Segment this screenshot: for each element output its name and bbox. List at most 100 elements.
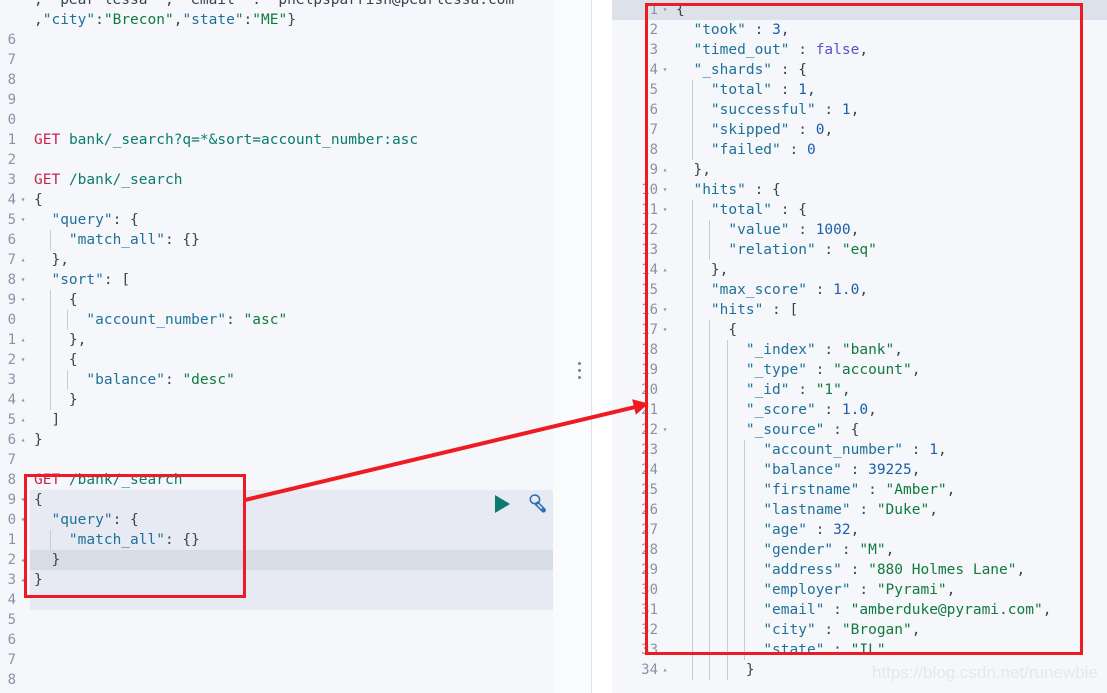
code-line[interactable]: "gender" : "M", <box>676 540 1107 560</box>
gutter-row[interactable]: 4 ▾ <box>0 190 30 210</box>
fold-open-icon[interactable]: ▾ <box>660 200 670 220</box>
gutter-row[interactable]: 4 ▴ <box>0 390 30 410</box>
code-line[interactable] <box>34 110 592 130</box>
code-line[interactable]: "query": { <box>34 210 592 230</box>
fold-close-icon[interactable]: ▴ <box>660 660 670 680</box>
gutter-row[interactable]: 0 <box>0 310 30 330</box>
gutter-row[interactable]: 2 <box>0 150 30 170</box>
gutter-row[interactable]: 20 <box>612 380 672 400</box>
code-line[interactable]: "email" : "amberduke@pyrami.com", <box>676 600 1107 620</box>
code-line[interactable]: "max_score" : 1.0, <box>676 280 1107 300</box>
gutter-row[interactable]: 6 <box>0 30 30 50</box>
gutter-row[interactable]: 7 <box>612 120 672 140</box>
gutter-row[interactable]: 5 <box>612 80 672 100</box>
code-line[interactable]: "_id" : "1", <box>676 380 1107 400</box>
code-line[interactable]: "took" : 3, <box>676 20 1107 40</box>
code-line[interactable]: "sort": [ <box>34 270 592 290</box>
code-line[interactable]: "successful" : 1, <box>676 100 1107 120</box>
gutter-row[interactable]: 6 <box>0 230 30 250</box>
gutter-row[interactable]: 29 <box>612 560 672 580</box>
fold-open-icon[interactable]: ▾ <box>18 190 28 210</box>
fold-close-icon[interactable]: ▴ <box>18 570 28 590</box>
pane-resize-handle[interactable] <box>578 362 582 383</box>
gutter-row[interactable]: 7 ▴ <box>0 250 30 270</box>
code-line[interactable]: "total" : 1, <box>676 80 1107 100</box>
gutter-row[interactable]: 25 <box>612 480 672 500</box>
code-line[interactable]: } <box>34 570 592 590</box>
code-line[interactable]: }, <box>676 160 1107 180</box>
gutter-row[interactable]: 33 <box>612 640 672 660</box>
fold-close-icon[interactable]: ▴ <box>18 330 28 350</box>
code-line[interactable]: "balance" : 39225, <box>676 460 1107 480</box>
code-line[interactable]: ] <box>34 410 592 430</box>
gutter-row[interactable]: 1 <box>0 130 30 150</box>
code-line[interactable]: "_score" : 1.0, <box>676 400 1107 420</box>
code-line[interactable]: "firstname" : "Amber", <box>676 480 1107 500</box>
fold-close-icon[interactable]: ▴ <box>18 430 28 450</box>
gutter-row[interactable]: 11 ▾ <box>612 200 672 220</box>
code-line[interactable]: } <box>34 550 592 570</box>
gutter-row[interactable]: 8 <box>0 670 30 690</box>
gutter-row[interactable]: 19 <box>612 360 672 380</box>
fold-close-icon[interactable]: ▴ <box>18 550 28 570</box>
gutter-row[interactable]: 14 ▴ <box>612 260 672 280</box>
code-line[interactable] <box>34 70 592 90</box>
fold-open-icon[interactable]: ▾ <box>18 290 28 310</box>
code-line[interactable]: "city" : "Brogan", <box>676 620 1107 640</box>
code-line[interactable]: } <box>34 390 592 410</box>
gutter-row[interactable]: 31 <box>612 600 672 620</box>
gutter-row[interactable]: 32 <box>612 620 672 640</box>
gutter-row[interactable]: 7 <box>0 650 30 670</box>
code-line[interactable]: "match_all": {} <box>34 230 592 250</box>
code-line[interactable]: { <box>676 320 1107 340</box>
response-gutter[interactable]: 1 ▾ 2 3 4 ▾ 5 6 7 8 9 ▴ 10 ▾ 11 ▾ 12 13 14 ▴ 15 16 ▾ 17 ▾ 18 19 20 2… <box>612 0 672 693</box>
gutter-row[interactable] <box>0 10 30 30</box>
code-line[interactable]: "age" : 32, <box>676 520 1107 540</box>
code-line[interactable] <box>34 90 592 110</box>
code-line[interactable] <box>34 630 592 650</box>
code-line[interactable]: "failed" : 0 <box>676 140 1107 160</box>
code-line[interactable]: ,"city":"Brecon","state":"ME"} <box>34 10 592 30</box>
code-line[interactable] <box>34 590 592 610</box>
code-line[interactable]: "hits" : { <box>676 180 1107 200</box>
gutter-row[interactable]: 0 ▾ <box>0 510 30 530</box>
fold-open-icon[interactable]: ▾ <box>660 180 670 200</box>
code-line[interactable]: "_type" : "account", <box>676 360 1107 380</box>
gutter-row[interactable]: 10 ▾ <box>612 180 672 200</box>
fold-close-icon[interactable]: ▴ <box>660 260 670 280</box>
code-line[interactable] <box>34 50 592 70</box>
request-code-area[interactable]: , "pear lessa" , "email" : "phelpsparris… <box>30 0 592 693</box>
gutter-row[interactable]: 2 ▴ <box>0 550 30 570</box>
gutter-row[interactable]: 2 ▾ <box>0 350 30 370</box>
wrench-icon[interactable] <box>526 492 548 518</box>
gutter-row[interactable]: 8 <box>612 140 672 160</box>
code-line[interactable] <box>34 650 592 670</box>
code-line[interactable]: "_shards" : { <box>676 60 1107 80</box>
gutter-row[interactable]: 5 ▾ <box>0 210 30 230</box>
gutter-row[interactable]: 9 ▾ <box>0 490 30 510</box>
code-line[interactable] <box>34 670 592 690</box>
gutter-row[interactable]: 8 ▾ <box>0 270 30 290</box>
code-line[interactable]: "query": { <box>34 510 592 530</box>
fold-close-icon[interactable]: ▴ <box>18 410 28 430</box>
code-line[interactable]: , "pear lessa" , "email" : "phelpsparris… <box>34 0 592 10</box>
fold-close-icon[interactable]: ▴ <box>18 250 28 270</box>
fold-open-icon[interactable]: ▾ <box>18 490 28 510</box>
gutter-row[interactable]: 3 <box>612 40 672 60</box>
code-line[interactable]: "employer" : "Pyrami", <box>676 580 1107 600</box>
gutter-row[interactable]: 34 ▴ <box>612 660 672 680</box>
code-line[interactable]: } <box>676 660 1107 680</box>
code-line[interactable]: "relation" : "eq" <box>676 240 1107 260</box>
gutter-row[interactable]: 27 <box>612 520 672 540</box>
code-line[interactable]: "balance": "desc" <box>34 370 592 390</box>
gutter-row[interactable]: 9 ▾ <box>0 290 30 310</box>
gutter-row[interactable]: 23 <box>612 440 672 460</box>
gutter-row[interactable]: 9 <box>0 90 30 110</box>
gutter-row[interactable]: 7 <box>0 450 30 470</box>
fold-open-icon[interactable]: ▾ <box>18 350 28 370</box>
gutter-row[interactable]: 24 <box>612 460 672 480</box>
gutter-row[interactable]: 6 <box>0 630 30 650</box>
code-line[interactable]: GET /bank/_search <box>34 470 592 490</box>
fold-open-icon[interactable]: ▾ <box>660 320 670 340</box>
code-line[interactable]: "total" : { <box>676 200 1107 220</box>
